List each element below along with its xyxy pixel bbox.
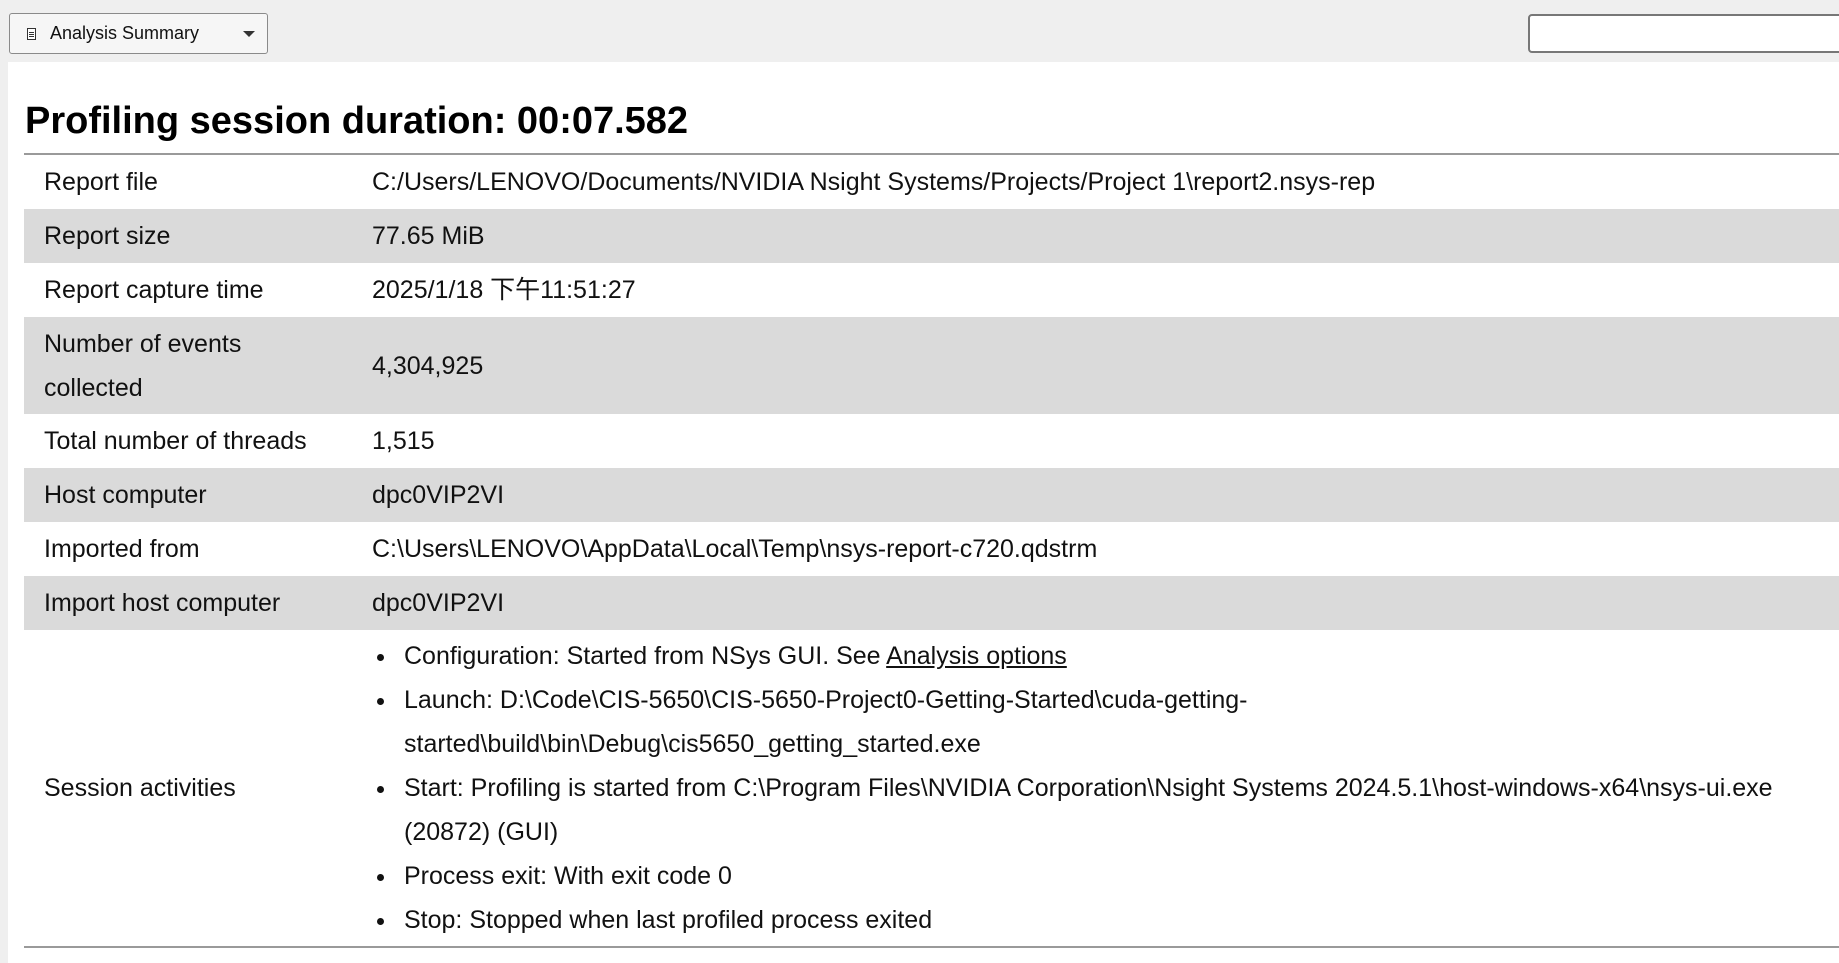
row-key: Report file: [44, 168, 158, 196]
page-title: Profiling session duration: 00:07.582: [25, 100, 689, 142]
document-icon: [27, 27, 36, 40]
view-selector-dropdown[interactable]: Analysis Summary: [9, 13, 268, 54]
row-value: C:/Users/LENOVO/Documents/NVIDIA Nsight …: [372, 168, 1376, 196]
table-row: Total number of threads 1,515: [24, 414, 1839, 468]
table-row: Report capture time 2025/1/18 下午11:51:27: [24, 263, 1839, 317]
list-item-start: Start: Profiling is started from C:\Prog…: [398, 766, 1819, 854]
row-value: C:\Users\LENOVO\AppData\Local\Temp\nsys-…: [372, 535, 1098, 563]
summary-table: Report file C:/Users/LENOVO/Documents/NV…: [24, 153, 1839, 948]
configuration-text: Configuration: Started from NSys GUI. Se…: [404, 642, 887, 670]
row-key: Host computer: [44, 481, 207, 509]
analysis-summary-panel: Profiling session duration: 00:07.582 Re…: [8, 62, 1839, 963]
search-input[interactable]: [1528, 14, 1839, 53]
list-item-process-exit: Process exit: With exit code 0: [398, 854, 1819, 898]
list-item-launch: Launch: D:\Code\CIS-5650\CIS-5650-Projec…: [398, 678, 1819, 766]
table-row-session-activities: Session activities Configuration: Starte…: [24, 630, 1839, 947]
row-key: Import host computer: [44, 589, 281, 617]
row-value: 4,304,925: [372, 351, 484, 380]
row-key: Total number of threads: [44, 427, 307, 455]
list-item-configuration: Configuration: Started from NSys GUI. Se…: [398, 634, 1819, 678]
table-row: Import host computer dpc0VIP2VI: [24, 576, 1839, 630]
table-row: Report size 77.65 MiB: [24, 209, 1839, 263]
row-key: Imported from: [44, 535, 200, 563]
row-key: Report capture time: [44, 276, 264, 304]
table-row: Host computer dpc0VIP2VI: [24, 468, 1839, 522]
row-key: Session activities: [44, 774, 236, 802]
row-value: dpc0VIP2VI: [372, 589, 505, 617]
row-value: 77.65 MiB: [372, 222, 485, 250]
left-gutter: [0, 62, 8, 963]
view-selector-label: Analysis Summary: [50, 23, 200, 43]
session-activities-list: Configuration: Started from NSys GUI. Se…: [372, 630, 1819, 946]
row-value: dpc0VIP2VI: [372, 481, 505, 509]
row-key: Report size: [44, 222, 171, 250]
row-value: 1,515: [372, 427, 435, 455]
list-item-stop: Stop: Stopped when last profiled process…: [398, 898, 1819, 942]
row-value: 2025/1/18 下午11:51:27: [372, 276, 636, 304]
table-row: Number of events collected 4,304,925: [24, 317, 1839, 414]
toolbar: Analysis Summary: [0, 0, 1839, 62]
table-row: Report file C:/Users/LENOVO/Documents/NV…: [24, 154, 1839, 209]
analysis-options-link[interactable]: Analysis options: [886, 642, 1067, 670]
table-row: Imported from C:\Users\LENOVO\AppData\Lo…: [24, 522, 1839, 576]
row-key: Number of events collected: [44, 329, 242, 402]
row-value: Configuration: Started from NSys GUI. Se…: [352, 630, 1839, 947]
chevron-down-icon: [243, 30, 255, 37]
